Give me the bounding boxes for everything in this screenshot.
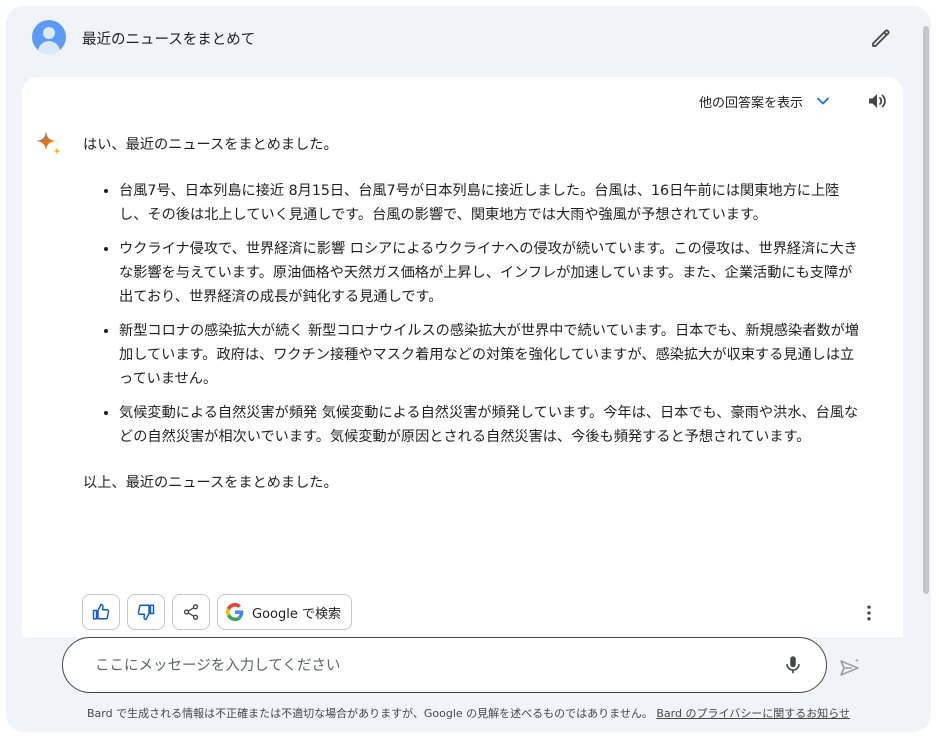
thumbs-up-icon — [92, 603, 110, 620]
share-icon — [183, 604, 199, 620]
share-button[interactable] — [172, 594, 210, 630]
google-search-label: Google で検索 — [252, 606, 341, 622]
chevron-down-icon — [817, 97, 829, 105]
footer-disclaimer: Bard で生成される情報は不正確または不適切な場合がありますが、Google … — [6, 705, 931, 721]
message-input-box — [62, 637, 827, 693]
google-g-icon — [226, 603, 244, 621]
bard-sparkle-icon — [36, 131, 61, 155]
response-actions: Google で検索 — [82, 594, 352, 630]
response-card: 他の回答案を表示 はい、最近のニュースをまとめました。 • 台風7号、日本列島に… — [22, 77, 903, 637]
thumbs-up-button[interactable] — [82, 594, 120, 630]
more-vert-icon[interactable] — [859, 603, 879, 623]
list-item: ウクライナ侵攻で、世界経済に影響 ロシアによるウクライナへの侵攻が続いています。… — [119, 237, 863, 309]
response-content: はい、最近のニュースをまとめました。 台風7号、日本列島に接近 8月15日、台風… — [83, 133, 863, 495]
message-input[interactable] — [93, 652, 757, 680]
pencil-icon[interactable] — [869, 26, 893, 50]
user-avatar-icon — [32, 20, 66, 54]
response-closing: 以上、最近のニュースをまとめました。 — [83, 475, 338, 491]
bard-chat-frame: 最近のニュースをまとめて 他の回答案を表示 はい、最近のニュースをまとめました。… — [6, 6, 931, 732]
speaker-icon[interactable] — [865, 89, 889, 113]
thumbs-down-icon — [137, 604, 155, 621]
thumbs-down-button[interactable] — [127, 594, 165, 630]
show-drafts-label: 他の回答案を表示 — [698, 95, 803, 111]
user-query-text: 最近のニュースをまとめて — [82, 32, 256, 48]
privacy-link[interactable]: Bard のプライバシーに関するお知らせ — [656, 707, 850, 720]
send-icon[interactable] — [838, 656, 862, 680]
response-intro: はい、最近のニュースをまとめました。 — [83, 137, 338, 153]
show-drafts-button[interactable]: 他の回答案を表示 — [699, 91, 833, 111]
disclaimer-text: Bard で生成される情報は不正確または不適切な場合がありますが、Google … — [87, 707, 653, 720]
microphone-icon[interactable] — [782, 654, 804, 676]
news-list: 台風7号、日本列島に接近 8月15日、台風7号が日本列島に接近しました。台風は、… — [83, 179, 863, 449]
list-item: 台風7号、日本列島に接近 8月15日、台風7号が日本列島に接近しました。台風は、… — [119, 179, 863, 227]
user-query-row: 最近のニュースをまとめて — [32, 20, 903, 58]
list-item: 気候変動による自然災害が頻発 気候変動による自然災害が頻発しています。今年は、日… — [119, 401, 863, 449]
list-item: 新型コロナの感染拡大が続く 新型コロナウイルスの感染拡大が世界中で続いています。… — [119, 319, 863, 391]
google-search-button[interactable]: Google で検索 — [217, 594, 352, 630]
scrollbar[interactable] — [923, 26, 929, 594]
